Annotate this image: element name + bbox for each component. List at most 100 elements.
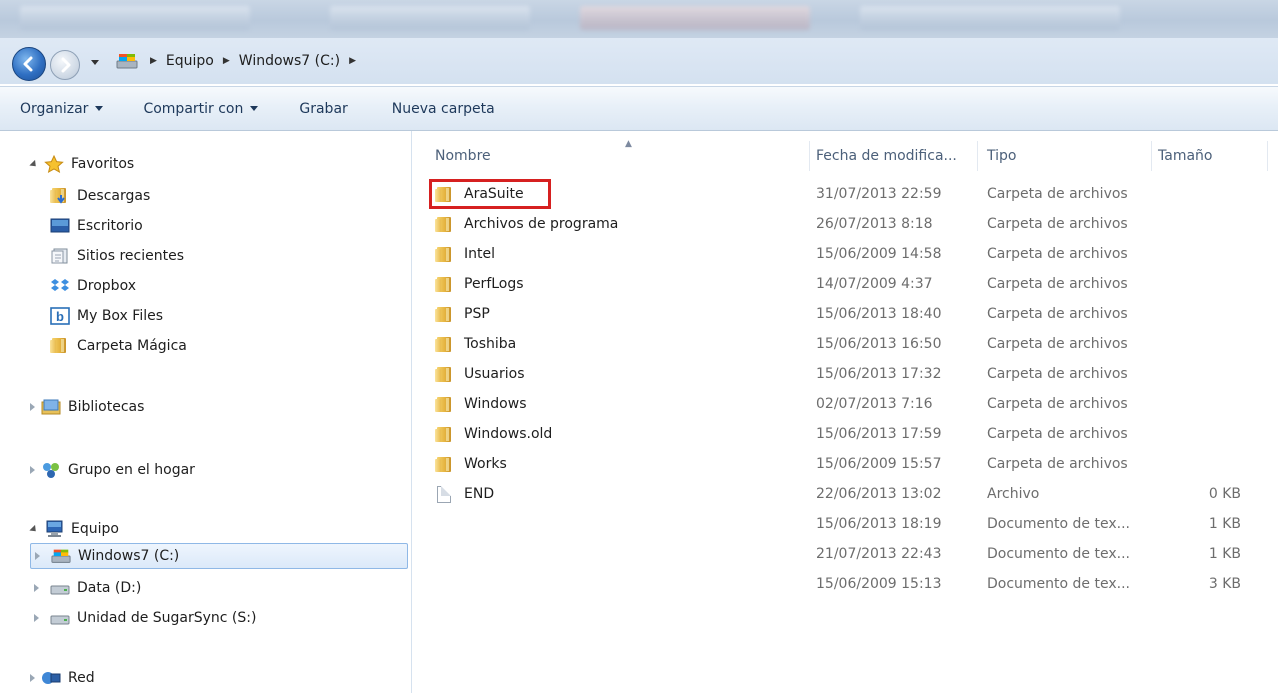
new-folder-button[interactable]: Nueva carpeta — [380, 92, 507, 126]
nav-item-data-d[interactable]: Data (D:) — [34, 575, 141, 601]
file-size: 1 KB — [1208, 516, 1241, 532]
command-bar: Organizar Compartir con Grabar Nueva car… — [0, 86, 1278, 131]
column-divider[interactable] — [809, 141, 810, 171]
file-date: 26/07/2013 8:18 — [816, 216, 933, 232]
expand-arrow-icon[interactable] — [30, 466, 35, 474]
file-type: Documento de tex... — [987, 546, 1130, 562]
nav-item-dropbox[interactable]: Dropbox — [50, 273, 136, 299]
breadcrumb-windows7[interactable]: Windows7 (C:) — [239, 53, 340, 69]
file-row[interactable]: Intel 15/06/2009 14:58 Carpeta de archivos — [413, 239, 1278, 269]
file-name-cell[interactable]: Usuarios — [435, 359, 525, 389]
nav-label: Sitios recientes — [77, 248, 184, 264]
file-row[interactable]: Usuarios 15/06/2013 17:32 Carpeta de archi… — [413, 359, 1278, 389]
nav-group-computer[interactable]: Equipo — [29, 516, 119, 542]
breadcrumb-equipo[interactable]: Equipo — [166, 53, 214, 69]
system-drive-icon — [116, 52, 138, 70]
file-size: 1 KB — [1208, 546, 1241, 562]
file-name-cell[interactable]: Archivos de programa — [435, 209, 618, 239]
file-name-cell[interactable]: PerfLogs — [435, 269, 524, 299]
nav-item-my-box-files[interactable]: b My Box Files — [50, 303, 163, 329]
desktop-icon — [50, 217, 70, 235]
column-divider[interactable] — [1267, 141, 1268, 171]
nav-item-carpeta-magica[interactable]: Carpeta Mágica — [50, 333, 187, 359]
blurred-tab — [330, 6, 530, 30]
file-size — [1151, 419, 1241, 449]
nav-group-favorites[interactable]: Favoritos — [29, 151, 134, 177]
file-size — [1151, 209, 1241, 239]
column-header-type[interactable]: Tipo — [987, 141, 1147, 171]
folder-icon — [435, 336, 455, 353]
nav-group-network[interactable]: Red — [30, 665, 95, 691]
file-name-cell[interactable]: END — [435, 479, 494, 509]
expand-arrow-icon[interactable] — [30, 674, 35, 682]
file-row[interactable]: Windows.old 15/06/2013 17:59 Carpeta de ar… — [413, 419, 1278, 449]
nav-item-windows7-c[interactable]: Windows7 (C:) — [30, 543, 408, 569]
file-name: Works — [464, 456, 507, 472]
nav-group-libraries[interactable]: Bibliotecas — [30, 394, 144, 420]
file-row[interactable]: Works 15/06/2009 15:57 Carpeta de archivos — [413, 449, 1278, 479]
nav-label: Windows7 (C:) — [78, 548, 180, 564]
file-name: Windows — [464, 396, 527, 412]
network-icon — [41, 669, 61, 687]
nav-item-sitios-recientes[interactable]: Sitios recientes — [50, 243, 184, 269]
file-size: 3 KB — [1208, 576, 1241, 592]
file-name-cell[interactable]: AraSuite — [435, 179, 524, 209]
downloads-icon — [50, 187, 70, 205]
file-row[interactable]: PSP 15/06/2013 18:40 Carpeta de archivos — [413, 299, 1278, 329]
nav-item-escritorio[interactable]: Escritorio — [50, 213, 143, 239]
file-icon — [435, 485, 455, 503]
homegroup-icon — [41, 461, 61, 479]
file-size — [1151, 239, 1241, 269]
organize-label: Organizar — [20, 100, 89, 117]
file-row[interactable]: Windows 02/07/2013 7:16 Carpeta de archivo… — [413, 389, 1278, 419]
file-name-cell[interactable]: Toshiba — [435, 329, 516, 359]
folder-icon — [50, 337, 70, 355]
back-button[interactable] — [12, 47, 46, 81]
file-type: Carpeta de archivos — [987, 336, 1128, 352]
file-name-cell[interactable]: Windows.old — [435, 419, 552, 449]
file-name-cell[interactable]: PSP — [435, 299, 490, 329]
expand-arrow-icon[interactable] — [29, 159, 39, 169]
breadcrumb-separator-icon[interactable]: ▶ — [223, 56, 230, 66]
expand-arrow-icon[interactable] — [34, 584, 39, 592]
file-row[interactable]: PerfLogs 14/07/2009 4:37 Carpeta de archiv… — [413, 269, 1278, 299]
nav-item-sugarsync-s[interactable]: Unidad de SugarSync (S:) — [34, 605, 256, 631]
blurred-tab — [20, 6, 250, 30]
nav-group-homegroup[interactable]: Grupo en el hogar — [30, 457, 195, 483]
file-row[interactable]: END 22/06/2013 13:02 Archivo 0 KB — [413, 479, 1278, 509]
column-header-date[interactable]: Fecha de modifica... — [816, 141, 981, 171]
recent-places-icon — [50, 247, 70, 265]
file-name: Intel — [464, 246, 495, 262]
file-row[interactable]: Archivos de programa 26/07/2013 8:18 Carpe… — [413, 209, 1278, 239]
forward-button[interactable] — [50, 50, 80, 80]
dropbox-icon — [50, 277, 70, 295]
file-name: PerfLogs — [464, 276, 524, 292]
nav-item-descargas[interactable]: Descargas — [50, 183, 150, 209]
expand-arrow-icon[interactable] — [30, 403, 35, 411]
file-row[interactable]: Toshiba 15/06/2013 16:50 Carpeta de archiv… — [413, 329, 1278, 359]
window-title-bar — [0, 0, 1278, 38]
recent-locations-chevron-icon[interactable] — [91, 60, 99, 65]
burn-button[interactable]: Grabar — [287, 92, 359, 126]
address-row: ▶ Equipo ▶ Windows7 (C:) ▶ — [0, 38, 1278, 84]
file-name-cell[interactable]: Works — [435, 449, 507, 479]
address-bar[interactable]: ▶ Equipo ▶ Windows7 (C:) ▶ — [100, 46, 1268, 76]
file-type: Carpeta de archivos — [987, 216, 1128, 232]
file-row[interactable]: AraSuite 31/07/2013 22:59 Carpeta de archi… — [413, 179, 1278, 209]
file-size — [1151, 299, 1241, 329]
expand-arrow-icon[interactable] — [29, 524, 39, 534]
column-divider[interactable] — [977, 141, 978, 171]
file-name-cell[interactable]: Intel — [435, 239, 495, 269]
column-header-size[interactable]: Tamaño — [1158, 141, 1268, 171]
breadcrumb-separator-icon[interactable]: ▶ — [150, 56, 157, 66]
expand-arrow-icon[interactable] — [34, 614, 39, 622]
file-size — [1151, 329, 1241, 359]
file-name-cell[interactable]: Windows — [435, 389, 527, 419]
expand-arrow-icon[interactable] — [35, 552, 40, 560]
breadcrumb-separator-icon[interactable]: ▶ — [349, 56, 356, 66]
organize-button[interactable]: Organizar — [8, 92, 115, 126]
column-divider[interactable] — [1151, 141, 1152, 171]
computer-icon — [44, 520, 64, 538]
share-with-button[interactable]: Compartir con — [131, 92, 270, 126]
file-type: Carpeta de archivos — [987, 366, 1128, 382]
